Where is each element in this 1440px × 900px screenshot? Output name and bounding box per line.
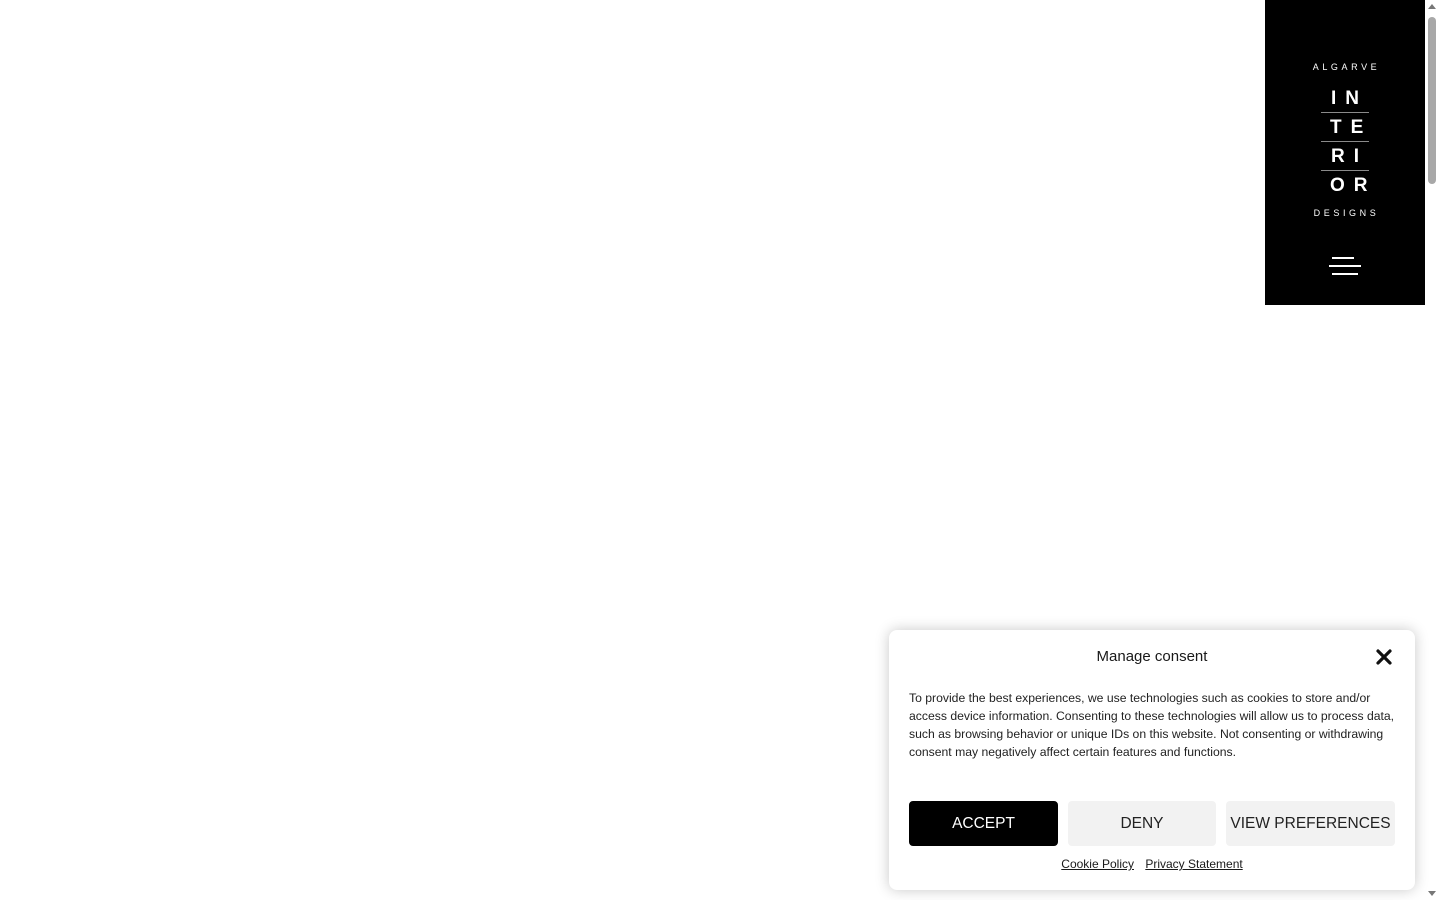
accept-button[interactable]: ACCEPT	[909, 801, 1058, 846]
page-scrollbar[interactable]	[1425, 0, 1440, 900]
scroll-thumb[interactable]	[1428, 17, 1436, 184]
page: ALGARVE IN TE RI OR DESIGNS Manage conse…	[0, 0, 1440, 900]
brand-logo-row: RI	[1321, 142, 1369, 171]
cookie-consent-dialog: Manage consent To provide the best exper…	[889, 630, 1415, 890]
brand-tagline-bottom: DESIGNS	[1313, 208, 1380, 218]
brand-panel: ALGARVE IN TE RI OR DESIGNS	[1265, 0, 1425, 305]
close-icon[interactable]	[1373, 646, 1395, 668]
menu-line	[1332, 257, 1354, 259]
scroll-up-arrow-icon[interactable]	[1428, 4, 1436, 9]
hamburger-menu-icon[interactable]	[1327, 254, 1363, 280]
brand-logo-row: TE	[1321, 113, 1369, 142]
consent-links: Cookie Policy Privacy Statement	[889, 857, 1415, 871]
menu-line	[1329, 265, 1361, 267]
privacy-statement-link[interactable]: Privacy Statement	[1145, 857, 1242, 871]
scroll-down-arrow-icon[interactable]	[1428, 891, 1436, 896]
menu-line	[1332, 273, 1358, 275]
consent-message: To provide the best experiences, we use …	[909, 691, 1395, 759]
cookie-policy-link[interactable]: Cookie Policy	[1061, 857, 1134, 871]
deny-button[interactable]: DENY	[1068, 801, 1216, 846]
brand-logo-row: IN	[1321, 84, 1369, 113]
consent-title: Manage consent	[1096, 648, 1208, 665]
brand-logo-row: OR	[1330, 175, 1377, 196]
brand-tagline-top: ALGARVE	[1312, 62, 1381, 72]
brand-logo[interactable]: IN TE RI OR	[1321, 84, 1369, 200]
view-preferences-button[interactable]: VIEW PREFERENCES	[1226, 801, 1395, 846]
